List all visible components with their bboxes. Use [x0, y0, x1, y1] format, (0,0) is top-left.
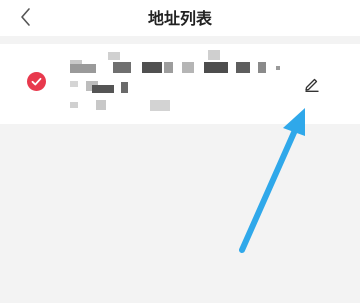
header-bar: 地址列表: [0, 0, 360, 36]
obscured-text-block: [121, 82, 128, 93]
divider: [0, 36, 360, 44]
obscured-text-block: [276, 66, 280, 70]
obscured-text-block: [70, 81, 78, 87]
obscured-text-block: [204, 62, 228, 73]
obscured-text-block: [70, 102, 78, 108]
obscured-text-block: [70, 64, 96, 73]
check-circle-icon: [31, 77, 42, 86]
edit-address-button[interactable]: [303, 75, 321, 93]
obscured-text-block: [142, 62, 162, 73]
obscured-text-block: [108, 52, 120, 60]
selected-check[interactable]: [27, 72, 46, 91]
pencil-icon: [305, 78, 319, 92]
obscured-text-block: [182, 62, 194, 73]
obscured-text-block: [208, 50, 220, 60]
obscured-text-block: [164, 62, 173, 73]
obscured-text-block: [113, 62, 131, 73]
obscured-text-block: [150, 100, 170, 111]
obscured-text-block: [236, 62, 250, 73]
obscured-text-block: [92, 85, 114, 93]
address-item[interactable]: [0, 44, 360, 124]
obscured-text-block: [258, 62, 266, 73]
obscured-text-block: [96, 100, 106, 110]
page-title: 地址列表: [147, 9, 212, 28]
address-list-screen: 地址列表: [0, 0, 360, 303]
